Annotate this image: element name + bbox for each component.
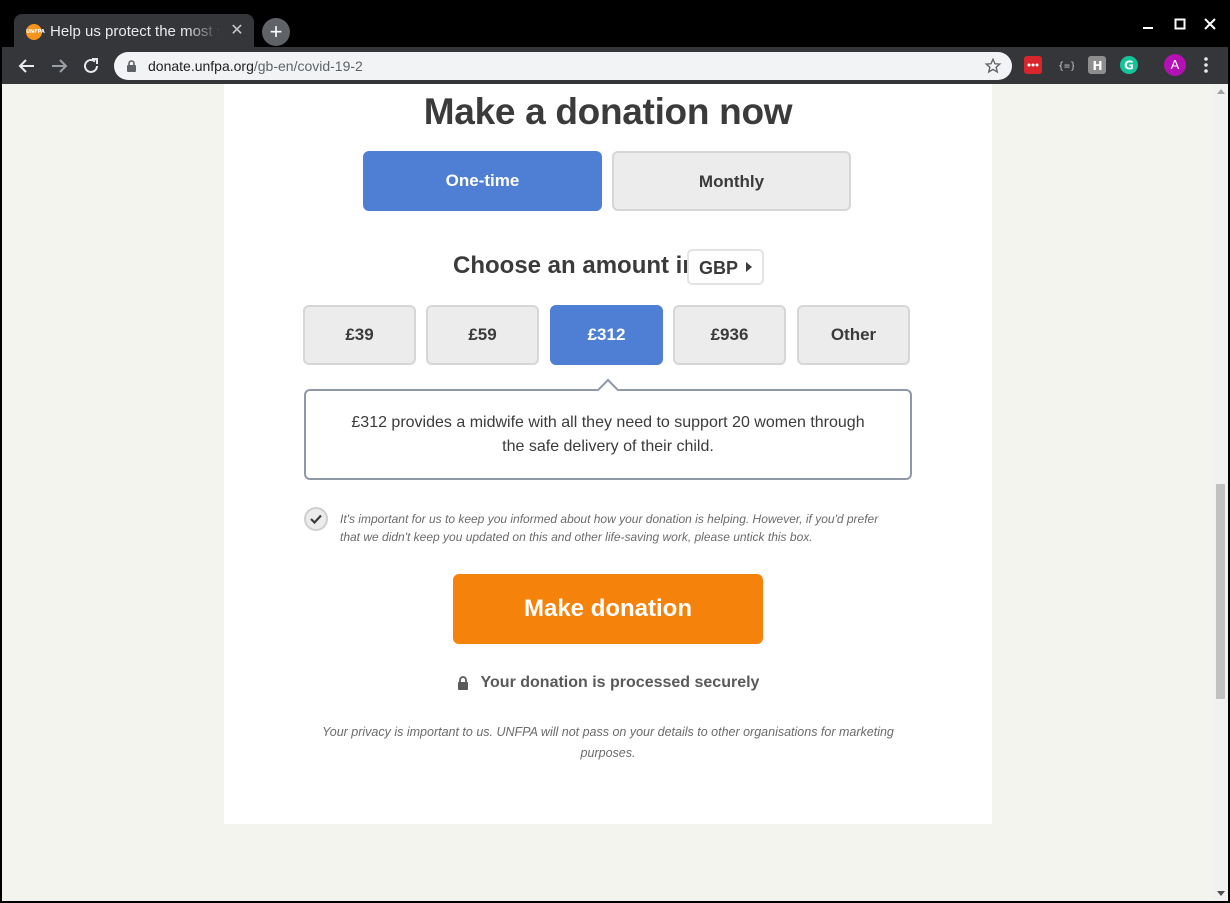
scroll-up-arrow-icon[interactable] (1217, 89, 1225, 94)
scroll-down-arrow-icon[interactable] (1217, 891, 1225, 896)
new-tab-button[interactable]: + (262, 18, 290, 46)
url-path: /gb-en/covid-19-2 (253, 58, 363, 74)
browser-toolbar: donate.unfpa.org/gb-en/covid-19-2 {=} H … (0, 47, 1230, 84)
extension-grammarly-icon[interactable]: G (1120, 56, 1138, 74)
page-viewport: Make a donation now One-time Monthly Cho… (2, 84, 1228, 901)
secure-notice: Your donation is processed securely (224, 674, 992, 696)
url-text: donate.unfpa.org/gb-en/covid-19-2 (148, 58, 363, 74)
one-time-button[interactable]: One-time (363, 151, 602, 211)
choose-amount-row: Choose an amount in GBP (224, 249, 992, 285)
impact-text: £312 provides a midwife with all they ne… (351, 414, 865, 455)
profile-avatar[interactable]: A (1164, 54, 1186, 76)
tab-title: Help us protect the most vulnerable (50, 23, 220, 40)
page-title: Make a donation now (423, 91, 793, 132)
minimize-icon[interactable] (1138, 16, 1158, 36)
amount-button-59[interactable]: £59 (426, 305, 539, 365)
scroll-thumb[interactable] (1216, 484, 1225, 699)
amount-button-936[interactable]: £936 (673, 305, 786, 365)
svg-text:H: H (1093, 59, 1103, 73)
lock-icon (126, 60, 137, 78)
caret-right-icon (746, 262, 752, 272)
checkmark-icon (310, 514, 322, 524)
svg-text:G: G (1124, 59, 1134, 73)
tab-close-icon[interactable]: ✕ (228, 22, 246, 40)
svg-text:{=}: {=} (1058, 61, 1074, 72)
amount-button-312[interactable]: £312 (550, 305, 663, 365)
currency-selector[interactable]: GBP (687, 249, 764, 285)
amount-button-other[interactable]: Other (797, 305, 910, 365)
monthly-button[interactable]: Monthly (612, 151, 851, 211)
padlock-icon (457, 676, 469, 696)
browser-titlebar: UNFPA Help us protect the most vulnerabl… (0, 0, 1230, 49)
extension-lastpass-icon[interactable] (1024, 56, 1042, 74)
impact-description-box: £312 provides a midwife with all they ne… (304, 378, 912, 480)
donation-card: Make a donation now One-time Monthly Cho… (224, 84, 992, 824)
privacy-text: Your privacy is important to us. UNFPA w… (322, 725, 894, 760)
amount-button-39[interactable]: £39 (303, 305, 416, 365)
bookmark-star-icon[interactable] (984, 57, 1002, 80)
optin-checkbox[interactable] (304, 507, 328, 531)
page-scrollbar[interactable] (1213, 84, 1228, 901)
extension-h-icon[interactable]: H (1088, 56, 1106, 74)
currency-label: GBP (699, 258, 739, 278)
maximize-icon[interactable] (1170, 16, 1190, 36)
browser-tab[interactable]: UNFPA Help us protect the most vulnerabl… (14, 14, 254, 49)
reload-icon[interactable] (78, 53, 104, 79)
extension-json-icon[interactable]: {=} (1056, 56, 1076, 74)
unfpa-favicon-icon: UNFPA (26, 24, 45, 40)
address-bar[interactable]: donate.unfpa.org/gb-en/covid-19-2 (114, 52, 1012, 80)
secure-text: Your donation is processed securely (480, 674, 760, 691)
choose-amount-label: Choose an amount in (453, 252, 698, 279)
window-close-icon[interactable] (1200, 16, 1220, 36)
optin-text: It's important for us to keep you inform… (340, 512, 879, 544)
menu-kebab-icon[interactable] (1198, 55, 1214, 75)
impact-pointer (596, 378, 620, 402)
forward-arrow-icon[interactable] (46, 53, 72, 79)
back-arrow-icon[interactable] (14, 53, 40, 79)
make-donation-button[interactable]: Make donation (453, 574, 763, 644)
url-host: donate.unfpa.org (148, 58, 254, 74)
